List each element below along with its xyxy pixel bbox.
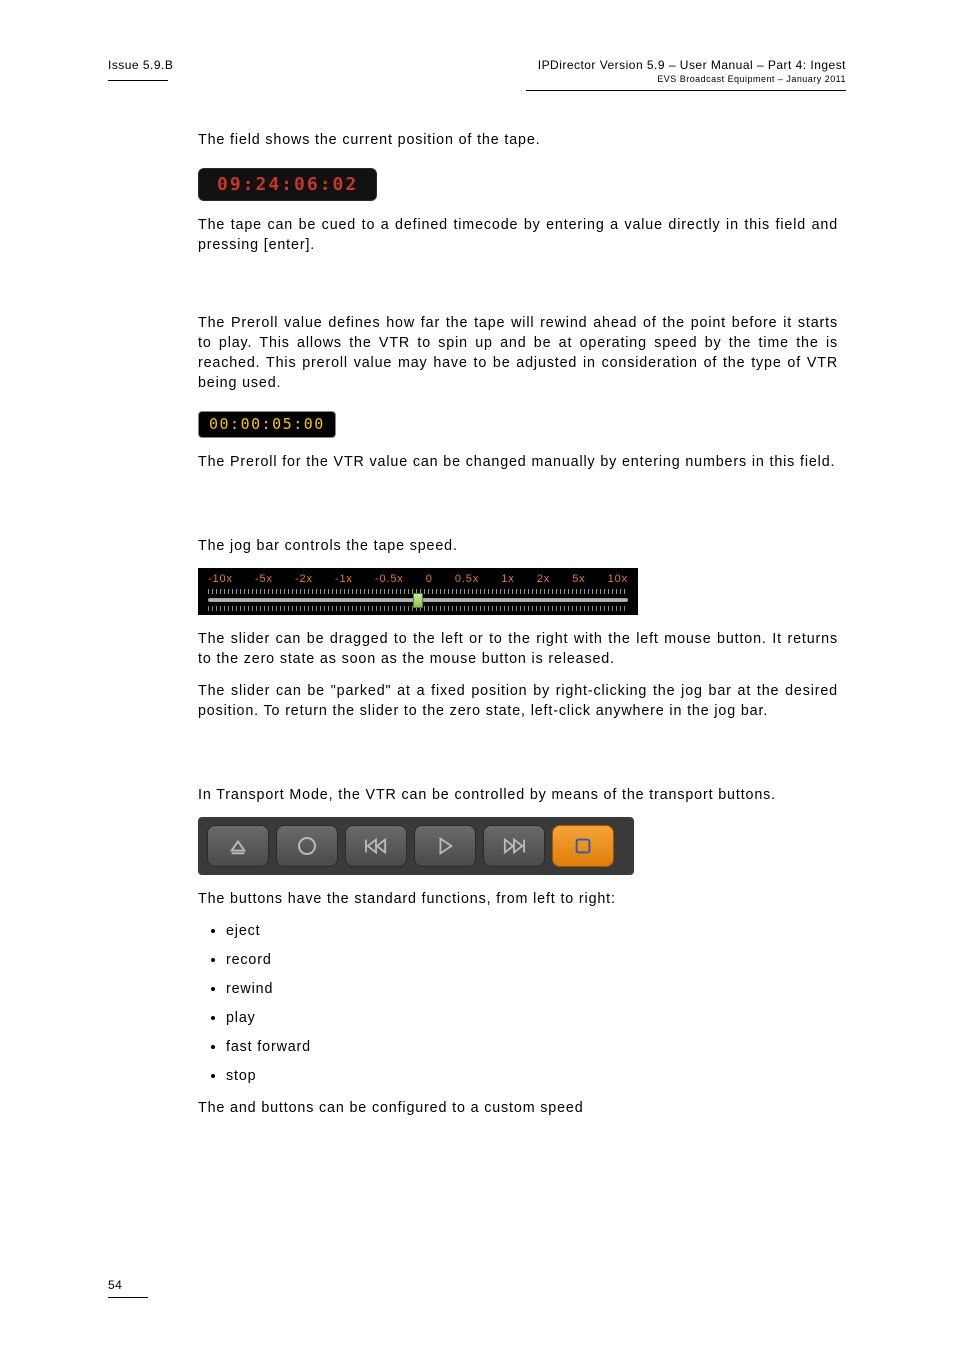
list-item: record <box>226 950 838 970</box>
jog-label: -2x <box>295 572 313 587</box>
transport-para3: The and buttons can be configured to a c… <box>198 1098 838 1118</box>
stop-icon <box>572 835 594 857</box>
jog-label: 1x <box>501 572 514 587</box>
goto-para1: The field shows the current position of … <box>198 130 838 150</box>
page-number: 54 <box>108 1278 122 1292</box>
jog-para1: The jog bar controls the tape speed. <box>198 536 838 556</box>
preroll-para1: The Preroll value defines how far the ta… <box>198 313 838 393</box>
jog-label: 0 <box>426 572 433 587</box>
transport-function-list: eject record rewind play fast forward st… <box>198 921 838 1086</box>
jog-track[interactable] <box>208 598 628 602</box>
text-fragment: The <box>198 1100 230 1116</box>
jog-labels: -10x -5x -2x -1x -0.5x 0 0.5x 1x 2x 5x 1… <box>206 572 630 587</box>
page-header: Issue 5.9.B IPDirector Version 5.9 – Use… <box>108 58 846 84</box>
jog-label: -0.5x <box>375 572 404 587</box>
header-subtitle: EVS Broadcast Equipment – January 2011 <box>538 74 846 84</box>
text-fragment: The <box>198 132 230 148</box>
text-fragment: The Preroll value defines how far the ta… <box>198 315 691 331</box>
record-button[interactable] <box>276 825 338 867</box>
fast-forward-button[interactable] <box>483 825 545 867</box>
transport-bar <box>198 817 634 875</box>
stop-button[interactable] <box>552 825 614 867</box>
jog-para2: The slider can be dragged to the left or… <box>198 629 838 669</box>
eject-button[interactable] <box>207 825 269 867</box>
jog-label: 2x <box>537 572 550 587</box>
fast-forward-icon <box>501 835 527 857</box>
record-icon <box>295 834 319 858</box>
jog-label: -1x <box>335 572 353 587</box>
rewind-icon <box>363 835 389 857</box>
jog-para3: The slider can be "parked" at a fixed po… <box>198 681 838 721</box>
goto-timecode-field[interactable]: 09:24:06:02 <box>198 168 377 201</box>
play-button[interactable] <box>414 825 476 867</box>
text-fragment: field shows the current position of the … <box>230 132 540 148</box>
goto-timecode-value: 09:24:06:02 <box>217 174 358 195</box>
jog-handle[interactable] <box>413 593 423 608</box>
header-rule-left <box>108 80 168 81</box>
jog-label: 5x <box>572 572 585 587</box>
jog-label: 0.5x <box>455 572 479 587</box>
page-content: The field shows the current position of … <box>198 130 838 1130</box>
list-item: stop <box>226 1066 838 1086</box>
jog-label: 10x <box>608 572 628 587</box>
preroll-timecode-value: 00:00:05:00 <box>209 415 325 433</box>
rewind-button[interactable] <box>345 825 407 867</box>
preroll-timecode-field[interactable]: 00:00:05:00 <box>198 411 336 438</box>
transport-para1: In Transport Mode, the VTR can be contro… <box>198 785 838 805</box>
jog-label: -10x <box>208 572 233 587</box>
header-rule-right <box>526 90 846 91</box>
list-item: rewind <box>226 979 838 999</box>
play-icon <box>434 835 456 857</box>
eject-icon <box>227 835 249 857</box>
list-item: play <box>226 1008 838 1028</box>
list-item: eject <box>226 921 838 941</box>
page-number-rule <box>108 1297 148 1298</box>
goto-para2: The tape can be cued to a defined timeco… <box>198 215 838 255</box>
jog-bar[interactable]: -10x -5x -2x -1x -0.5x 0 0.5x 1x 2x 5x 1… <box>198 568 638 614</box>
text-fragment: and <box>230 1100 261 1116</box>
header-title: IPDirector Version 5.9 – User Manual – P… <box>538 58 846 72</box>
transport-para2: The buttons have the standard functions,… <box>198 889 838 909</box>
jog-label: -5x <box>255 572 273 587</box>
preroll-para2: The Preroll for the VTR value can be cha… <box>198 452 838 472</box>
list-item: fast forward <box>226 1037 838 1057</box>
text-fragment: buttons can be configured to a custom sp… <box>261 1100 583 1116</box>
